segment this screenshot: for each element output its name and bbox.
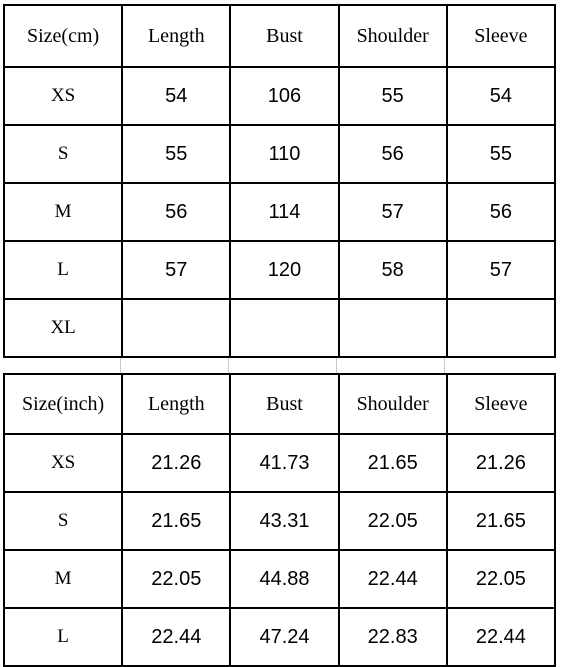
size-table-inch: Size(inch) Length Bust Shoulder Sleeve X… (2, 373, 557, 667)
cell-sleeve: 22.05 (445, 549, 557, 609)
cell-length: 22.05 (121, 549, 232, 609)
table-row: M 56 114 57 56 (2, 182, 557, 242)
cell-length: 54 (121, 66, 232, 126)
table-row: XS 54 106 55 54 (2, 66, 557, 126)
table-row: S 55 110 56 55 (2, 124, 557, 184)
size-label: L (2, 240, 124, 300)
cell-length (121, 298, 232, 358)
separator-segment (337, 358, 445, 373)
table-row: M 22.05 44.88 22.44 22.05 (2, 549, 557, 609)
separator-segment (445, 358, 553, 373)
size-label: M (2, 549, 124, 609)
table-row: XS 21.26 41.73 21.65 21.26 (2, 433, 557, 493)
cell-shoulder: 57 (337, 182, 448, 242)
column-header-shoulder: Shoulder (337, 373, 448, 435)
column-header-shoulder: Shoulder (337, 4, 448, 68)
separator-segment (3, 358, 121, 373)
cell-shoulder: 55 (337, 66, 448, 126)
size-label: S (2, 124, 124, 184)
cell-sleeve: 55 (445, 124, 557, 184)
cell-shoulder (337, 298, 448, 358)
column-header-length: Length (121, 373, 232, 435)
cell-bust: 120 (229, 240, 340, 300)
cell-shoulder: 22.05 (337, 491, 448, 551)
cell-shoulder: 22.44 (337, 549, 448, 609)
cell-length: 57 (121, 240, 232, 300)
table-row: S 21.65 43.31 22.05 21.65 (2, 491, 557, 551)
column-header-sleeve: Sleeve (445, 373, 557, 435)
size-chart-page: Size(cm) Length Bust Shoulder Sleeve XS … (0, 0, 561, 667)
cell-sleeve: 21.26 (445, 433, 557, 493)
cell-sleeve (445, 298, 557, 358)
cell-bust: 41.73 (229, 433, 340, 493)
table-row: XL (2, 298, 557, 358)
table-row: L 57 120 58 57 (2, 240, 557, 300)
size-table-cm: Size(cm) Length Bust Shoulder Sleeve XS … (2, 4, 557, 358)
size-label: M (2, 182, 124, 242)
cell-shoulder: 22.83 (337, 607, 448, 667)
cell-sleeve: 57 (445, 240, 557, 300)
cell-length: 21.26 (121, 433, 232, 493)
table-row: L 22.44 47.24 22.83 22.44 (2, 607, 557, 667)
unit-header-cm: Size(cm) (2, 4, 124, 68)
column-header-bust: Bust (229, 4, 340, 68)
unit-header-inch: Size(inch) (2, 373, 124, 435)
cell-sleeve: 22.44 (445, 607, 557, 667)
separator-segment (121, 358, 229, 373)
cell-length: 22.44 (121, 607, 232, 667)
cell-shoulder: 56 (337, 124, 448, 184)
cell-bust: 44.88 (229, 549, 340, 609)
cell-bust: 110 (229, 124, 340, 184)
separator-segment (229, 358, 337, 373)
table-header-row: Size(inch) Length Bust Shoulder Sleeve (2, 373, 557, 435)
cell-length: 21.65 (121, 491, 232, 551)
size-label: XS (2, 433, 124, 493)
cell-bust (229, 298, 340, 358)
cell-sleeve: 21.65 (445, 491, 557, 551)
size-label: XS (2, 66, 124, 126)
column-header-sleeve: Sleeve (445, 4, 557, 68)
column-header-bust: Bust (229, 373, 340, 435)
cell-sleeve: 56 (445, 182, 557, 242)
cell-length: 55 (121, 124, 232, 184)
size-label: L (2, 607, 124, 667)
column-header-length: Length (121, 4, 232, 68)
cell-sleeve: 54 (445, 66, 557, 126)
table-header-row: Size(cm) Length Bust Shoulder Sleeve (2, 4, 557, 68)
cell-shoulder: 58 (337, 240, 448, 300)
size-label: XL (2, 298, 124, 358)
cell-length: 56 (121, 182, 232, 242)
cell-bust: 43.31 (229, 491, 340, 551)
cell-shoulder: 21.65 (337, 433, 448, 493)
table-separator (3, 358, 556, 373)
cell-bust: 47.24 (229, 607, 340, 667)
cell-bust: 106 (229, 66, 340, 126)
size-label: S (2, 491, 124, 551)
cell-bust: 114 (229, 182, 340, 242)
